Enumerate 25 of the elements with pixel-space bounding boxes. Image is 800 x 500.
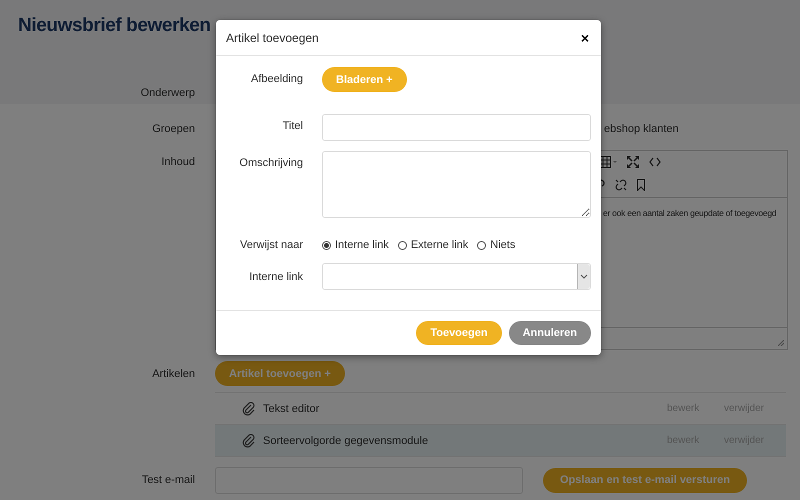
radio-label: Interne link xyxy=(335,239,389,251)
browse-button[interactable]: Bladeren + xyxy=(322,67,407,92)
field-label: Onderwerp xyxy=(140,87,195,99)
field-label: Verwijst naar xyxy=(240,239,303,251)
field-label: Artikelen xyxy=(152,368,195,380)
radio-label: Niets xyxy=(490,239,516,251)
close-button[interactable]: × xyxy=(578,30,591,46)
checkbox-label: ebshop klanten xyxy=(604,123,679,135)
page-title: Nieuwsbrief bewerken xyxy=(18,15,211,37)
add-article-button[interactable]: Artikel toevoegen + xyxy=(215,361,345,386)
cancel-button[interactable]: Annuleren xyxy=(508,321,591,345)
field-label: Groepen xyxy=(152,123,195,135)
article-title: Sorteervolgorde gegevensmodule xyxy=(263,434,430,446)
field-label: Omschrijving xyxy=(239,157,303,169)
field-label: Test e-mail xyxy=(142,474,195,486)
dialog-title: Artikel toevoegen xyxy=(226,30,319,44)
add-button[interactable]: Toevoegen xyxy=(416,321,502,345)
save-and-send-button[interactable]: Opslaan en test e-mail versturen xyxy=(543,468,747,492)
radio-label: Externe link xyxy=(410,239,468,251)
field-label: Inhoud xyxy=(161,156,195,168)
article-title: Tekst editor xyxy=(263,402,320,414)
field-label: Titel xyxy=(282,120,303,132)
field-label: Interne link xyxy=(249,271,303,283)
field-label: Afbeelding xyxy=(251,73,303,85)
editor-text: er ook een aantal zaken geupdate of toegevoegd xyxy=(603,208,776,218)
